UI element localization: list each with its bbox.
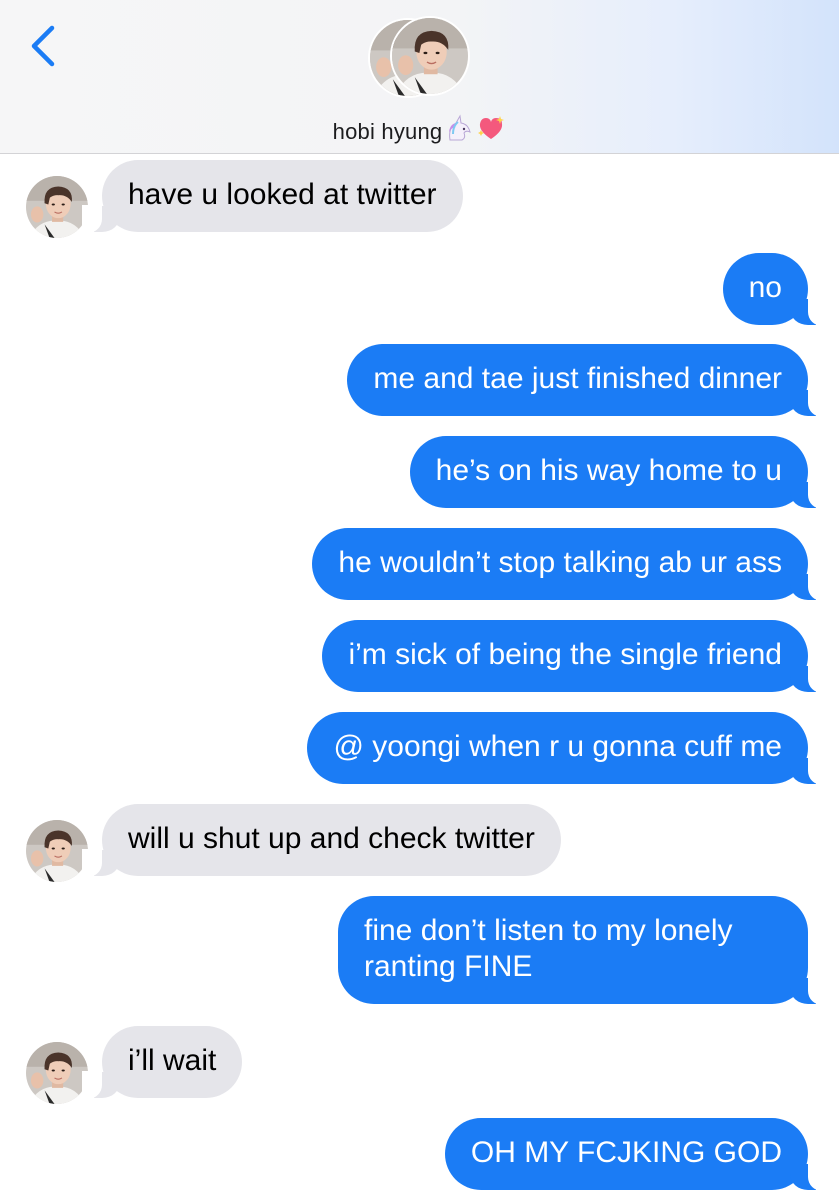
outgoing-message[interactable]: me and tae just finished dinner: [347, 344, 828, 417]
outgoing-message[interactable]: he wouldn’t stop talking ab ur ass: [312, 528, 828, 601]
unicorn-emoji: [444, 114, 474, 148]
message-text: will u shut up and check twitter: [128, 822, 535, 855]
sender-avatar[interactable]: [26, 176, 88, 238]
message-text: he’s on his way home to u: [435, 454, 782, 487]
message-text: have u looked at twitter: [128, 178, 437, 211]
contact-name[interactable]: hobi hyung: [0, 114, 839, 148]
message-text: no: [748, 271, 782, 304]
contact-name-text: hobi hyung: [332, 119, 443, 144]
conversation-header: hobi hyung: [0, 0, 839, 154]
message-text: me and tae just finished dinner: [373, 362, 782, 395]
message-text: OH MY FCJKING GOD: [470, 1136, 782, 1169]
sparkling-heart-emoji: [476, 114, 506, 148]
contact-avatar: [390, 16, 470, 96]
incoming-message[interactable]: i’ll wait: [81, 1026, 243, 1099]
incoming-message[interactable]: have u looked at twitter: [82, 160, 463, 233]
message-text: he wouldn’t stop talking ab ur ass: [338, 546, 782, 579]
incoming-message[interactable]: will u shut up and check twitter: [82, 804, 561, 877]
outgoing-message[interactable]: no: [722, 253, 829, 326]
outgoing-message[interactable]: i’m sick of being the single friend: [322, 620, 828, 693]
sender-avatar[interactable]: [26, 820, 88, 882]
message-text: i’ll wait: [128, 1044, 217, 1077]
contact-avatar-group[interactable]: [368, 16, 474, 100]
message-text: fine don’t listen to my lonely ranting F…: [364, 914, 733, 983]
outgoing-message[interactable]: fine don’t listen to my lonely ranting F…: [338, 896, 828, 1005]
outgoing-message[interactable]: he’s on his way home to u: [409, 436, 829, 509]
message-text: i’m sick of being the single friend: [348, 638, 782, 671]
outgoing-message[interactable]: @ yoongi when r u gonna cuff me: [307, 712, 828, 785]
chevron-left-icon: [31, 25, 55, 67]
back-button[interactable]: [26, 24, 62, 68]
outgoing-message[interactable]: OH MY FCJKING GOD: [444, 1118, 829, 1191]
message-text: @ yoongi when r u gonna cuff me: [333, 730, 782, 763]
sender-avatar[interactable]: [26, 1042, 88, 1104]
